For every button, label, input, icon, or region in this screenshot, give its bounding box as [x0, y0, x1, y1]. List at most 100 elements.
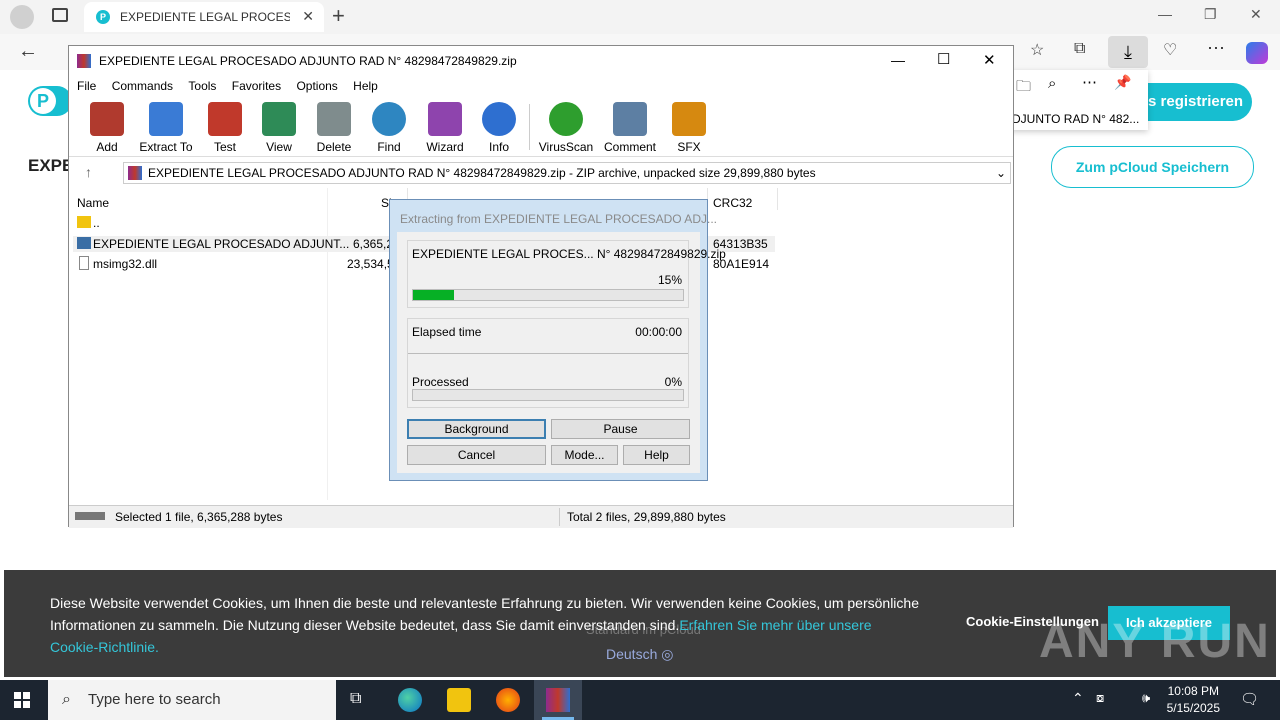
toolbar-wizard-button[interactable]: Wizard	[415, 98, 475, 154]
winrar-taskbar-button[interactable]	[534, 680, 582, 720]
browser-essentials-icon[interactable]: ♡	[1163, 40, 1177, 60]
winrar-maximize-icon[interactable]: ☐	[937, 50, 950, 68]
toolbar-sfx-button[interactable]: SFX	[659, 98, 719, 154]
file-explorer-icon[interactable]	[447, 688, 471, 712]
open-folder-icon[interactable]: 🗀	[1016, 76, 1031, 101]
row-size: 23,534,5	[347, 257, 394, 271]
pin-icon[interactable]: 📌	[1114, 74, 1131, 91]
processed-label: Processed	[412, 375, 469, 389]
tab-close-icon[interactable]: ✕	[302, 8, 314, 25]
clock-date: 5/15/2025	[1166, 701, 1220, 715]
downloads-more-icon[interactable]: ⋯	[1082, 73, 1097, 91]
cancel-button[interactable]: Cancel	[407, 445, 546, 465]
network-icon[interactable]: ⧇	[1096, 690, 1104, 706]
column-crc32[interactable]: CRC32	[713, 196, 752, 210]
background-button[interactable]: Background	[407, 419, 546, 439]
tab-actions-icon[interactable]	[52, 8, 68, 22]
mode-button[interactable]: Mode...	[551, 445, 618, 465]
extract-progress-dialog: Extracting from EXPEDIENTE LEGAL PROCESA…	[389, 199, 726, 481]
copilot-icon[interactable]	[1246, 42, 1268, 64]
save-to-pcloud-button[interactable]: Zum pCloud Speichern	[1051, 146, 1254, 188]
menu-commands[interactable]: Commands	[112, 76, 173, 96]
column-separators	[327, 188, 328, 500]
restore-icon[interactable]: ❐	[1204, 6, 1217, 23]
toolbar-add-button[interactable]: Add	[77, 98, 137, 154]
info-icon	[482, 102, 516, 136]
menu-favorites[interactable]: Favorites	[232, 76, 281, 96]
taskbar-search[interactable]: ⌕ Type here to search	[48, 680, 336, 720]
toolbar-label: Find	[377, 140, 401, 154]
row-size: 6,365,2	[353, 237, 394, 251]
profile-avatar-icon[interactable]	[10, 5, 34, 29]
back-arrow-icon[interactable]: ←	[18, 40, 38, 63]
comment-icon	[613, 102, 647, 136]
search-downloads-icon[interactable]: ⌕	[1048, 75, 1056, 92]
toolbar-label: Comment	[603, 140, 656, 154]
pcloud-favicon-icon: P	[96, 10, 110, 24]
archive-path-text: EXPEDIENTE LEGAL PROCESADO ADJUNTO RAD N…	[148, 166, 816, 180]
menu-file[interactable]: File	[77, 76, 96, 96]
edge-icon[interactable]	[398, 688, 422, 712]
drive-icon	[75, 512, 105, 520]
up-folder-icon[interactable]: ↑	[85, 164, 92, 180]
winrar-taskbar-icon	[546, 688, 570, 712]
elapsed-value: 00:00:00	[635, 325, 682, 339]
downloads-icon[interactable]: ⤓	[1108, 36, 1148, 68]
toolbar-find-button[interactable]: Find	[359, 98, 419, 154]
toolbar-comment-button[interactable]: Comment	[600, 98, 660, 154]
collections-icon[interactable]: ⧉	[1074, 40, 1085, 58]
winrar-minimize-icon[interactable]: —	[891, 52, 905, 68]
task-view-icon[interactable]: ⧉	[350, 690, 361, 708]
processed-percent: 0%	[664, 375, 682, 389]
archive-icon	[128, 166, 142, 180]
chevron-down-icon[interactable]: ⌄	[996, 163, 1006, 183]
toolbar-test-button[interactable]: Test	[195, 98, 255, 154]
system-clock[interactable]: 10:08 PM 5/15/2025	[1167, 683, 1220, 717]
menu-tools[interactable]: Tools	[188, 76, 216, 96]
favorites-star-icon[interactable]: ☆	[1030, 40, 1044, 60]
browser-tab-active[interactable]: P EXPEDIENTE LEGAL PROCESADO ✕	[84, 2, 324, 32]
search-icon: ⌕	[62, 691, 71, 708]
file-progress-bar	[412, 289, 684, 301]
toolbar-view-button[interactable]: View	[249, 98, 309, 154]
minimize-icon[interactable]: —	[1158, 6, 1172, 22]
menu-help[interactable]: Help	[353, 76, 378, 96]
toolbar-virusscan-button[interactable]: VirusScan	[536, 98, 596, 154]
toolbar-separator	[529, 104, 530, 150]
column-name[interactable]: Name	[77, 196, 109, 210]
time-group: Elapsed time 00:00:00 Processed 0%	[407, 318, 689, 408]
winrar-toolbar: Add Extract To Test View Delete Find Wiz…	[69, 98, 1013, 157]
windows-taskbar: ⌕ Type here to search ⧉ ⌃ ⧇ 🕪 10:08 PM 5…	[0, 680, 1280, 720]
toolbar-delete-button[interactable]: Delete	[304, 98, 364, 154]
archive-path-field[interactable]: EXPEDIENTE LEGAL PROCESADO ADJUNTO RAD N…	[123, 162, 1011, 184]
toolbar-info-button[interactable]: Info	[469, 98, 529, 154]
search-placeholder: Type here to search	[88, 691, 221, 708]
more-menu-icon[interactable]: ⋯	[1207, 38, 1225, 59]
winrar-title-bar: EXPEDIENTE LEGAL PROCESADO ADJUNTO RAD N…	[69, 46, 1013, 76]
menu-options[interactable]: Options	[296, 76, 337, 96]
column-separator	[777, 188, 778, 210]
winrar-status-bar: Selected 1 file, 6,365,288 bytes Total 2…	[69, 505, 1013, 528]
firefox-icon[interactable]	[496, 688, 520, 712]
row-name: msimg32.dll	[93, 257, 158, 271]
notifications-icon[interactable]: 🗨	[1240, 690, 1259, 708]
pcloud-logo-letter: P	[30, 88, 56, 114]
pcloud-logo[interactable]: P	[28, 86, 72, 116]
close-window-icon[interactable]: ✕	[1250, 6, 1262, 23]
start-windows-icon[interactable]	[14, 692, 30, 708]
new-tab-icon[interactable]: +	[332, 3, 345, 29]
speaker-icon[interactable]: 🕪	[1142, 690, 1150, 706]
pause-button[interactable]: Pause	[551, 419, 690, 439]
download-item-name[interactable]: DJUNTO RAD N° 482...	[1012, 112, 1139, 126]
toolbar-extract-button[interactable]: Extract To	[136, 98, 196, 154]
file-progress-fill	[413, 290, 454, 300]
add-icon	[90, 102, 124, 136]
winrar-close-icon[interactable]: ✕	[983, 51, 996, 69]
extract-folder-icon	[149, 102, 183, 136]
winrar-app-icon	[77, 54, 91, 68]
browser-tab-bar: P EXPEDIENTE LEGAL PROCESADO ✕ + — ❐ ✕	[0, 0, 1280, 34]
toolbar-label: Extract To	[139, 140, 193, 154]
help-button[interactable]: Help	[623, 445, 690, 465]
sfx-box-icon	[672, 102, 706, 136]
chevron-up-icon[interactable]: ⌃	[1072, 690, 1084, 707]
